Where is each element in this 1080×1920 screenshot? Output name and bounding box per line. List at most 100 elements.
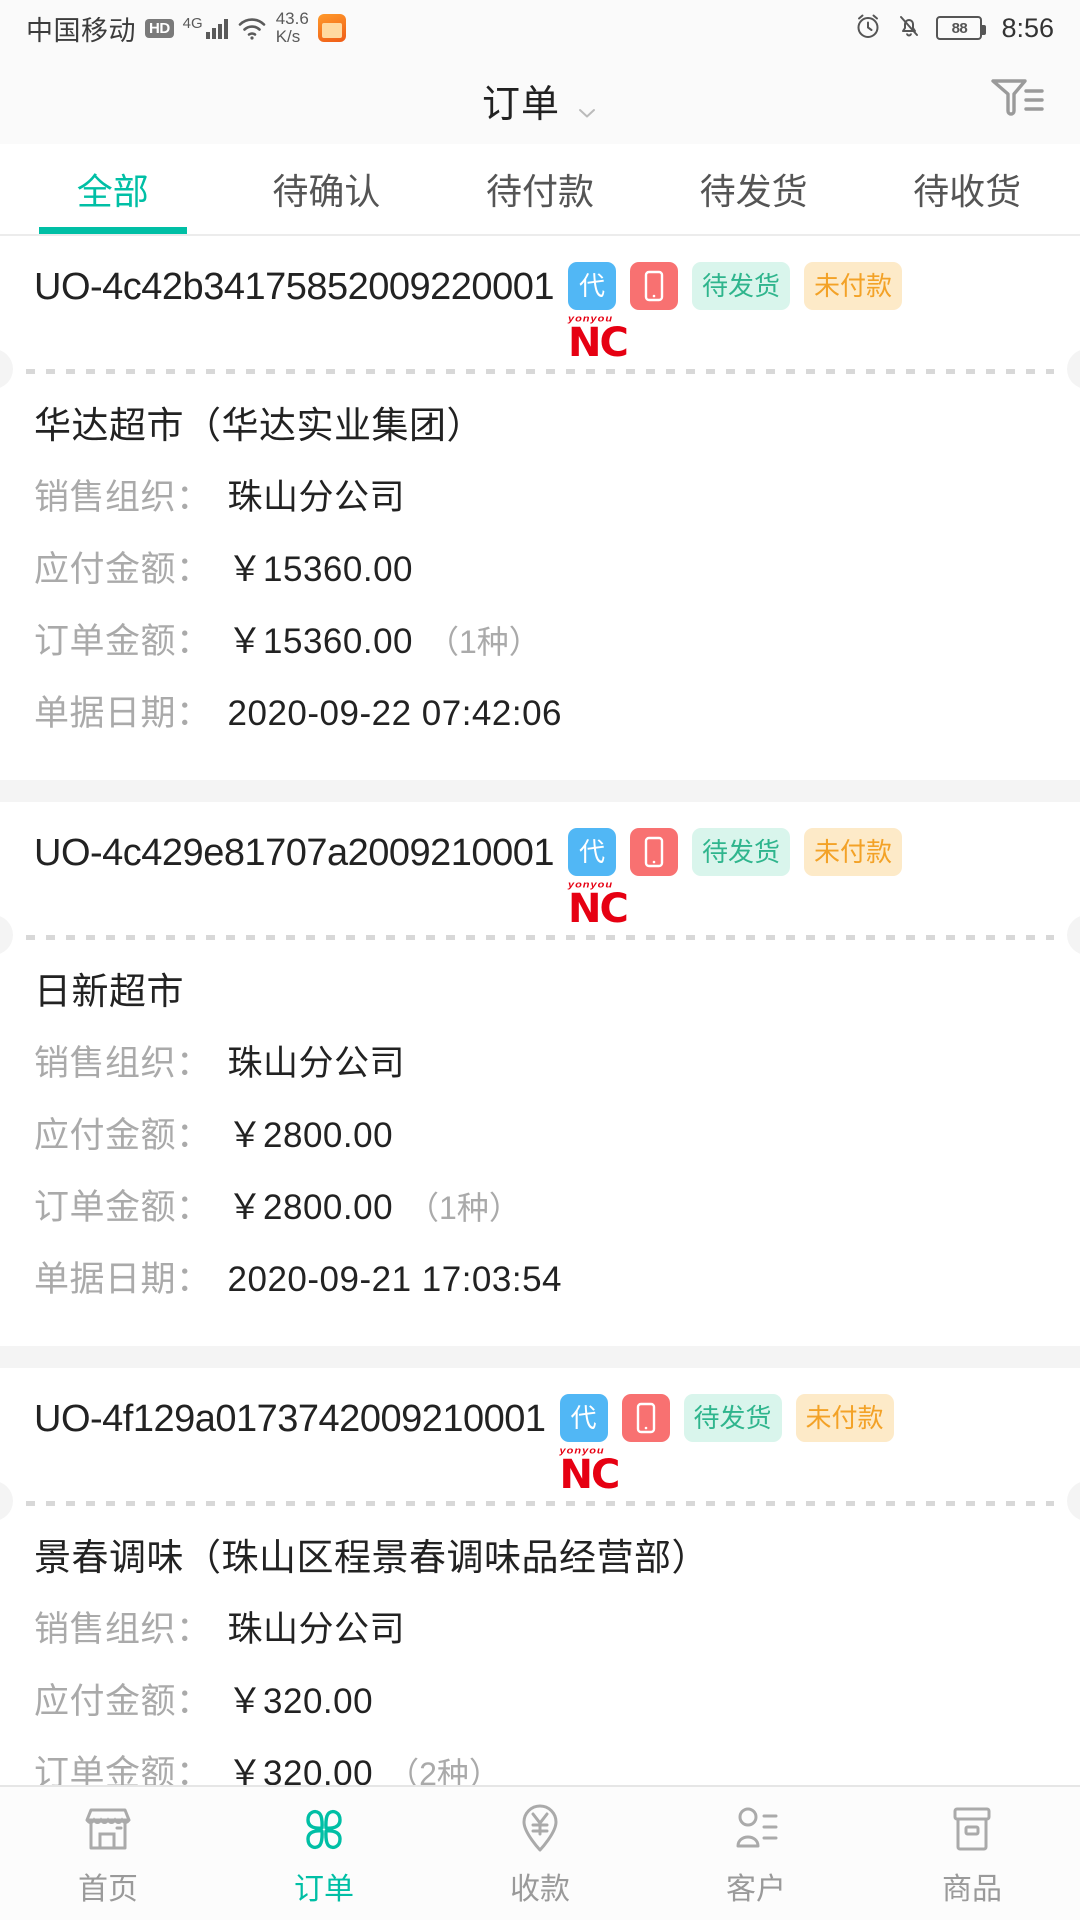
tab-pending-confirm[interactable]: 待确认 <box>220 144 434 234</box>
payment-badge: 未付款 <box>803 262 902 310</box>
nav-item-collection[interactable]: 收款 <box>432 1800 648 1908</box>
order-amount-value: ￥320.00 <box>227 1754 374 1785</box>
tab-pending-payment[interactable]: 待付款 <box>433 144 647 234</box>
chevron-down-icon[interactable] <box>576 91 598 118</box>
sales-org-value: 珠山分公司 <box>227 478 406 517</box>
network-speed: 43.6 K/s <box>276 10 309 46</box>
filter-button[interactable] <box>982 70 1052 130</box>
payable-row: 应付金额： ￥2800.00 <box>34 1100 1046 1172</box>
network-speed-unit: K/s <box>275 27 301 46</box>
status-bar: 中国移动 HD 4G 43.6 K/s 88 8:56 <box>0 0 1080 56</box>
network-type-label: 4G <box>182 14 203 32</box>
order-status-tabs: 全部 待确认 待付款 待发货 待收货 <box>0 144 1080 236</box>
nav-item-home[interactable]: 首页 <box>0 1800 216 1908</box>
order-list-screen: 中国移动 HD 4G 43.6 K/s 88 8:56 订单 全部 待确认 待付… <box>0 0 1080 1920</box>
payable-value: ￥2800.00 <box>227 1116 394 1155</box>
customer-name: 日新超市 <box>34 971 184 1012</box>
nav-item-orders[interactable]: 订单 <box>216 1800 432 1908</box>
order-card-header: UO-4c429e81707a2009210001 代 待发货 未付款 yony… <box>0 802 1080 929</box>
notification-app-icon <box>317 14 346 42</box>
ticket-divider <box>0 1486 1080 1516</box>
status-bar-right: 88 8:56 <box>854 12 1054 45</box>
order-amount-value: ￥2800.00 <box>227 1188 394 1227</box>
product-box-icon <box>943 1800 1001 1858</box>
payable-value: ￥320.00 <box>227 1682 374 1721</box>
payable-value: ￥15360.00 <box>227 550 413 589</box>
payable-row: 应付金额： ￥15360.00 <box>34 534 1046 606</box>
nav-label-collection: 收款 <box>510 1872 570 1906</box>
status-badge: 待发货 <box>683 1394 782 1442</box>
page-title-group[interactable]: 订单 <box>482 73 598 128</box>
nav-label-orders: 订单 <box>294 1872 354 1906</box>
sales-org-row: 销售组织： 珠山分公司 <box>34 1594 1046 1666</box>
payable-label: 应付金额： <box>34 1682 212 1721</box>
order-date-label: 单据日期： <box>34 694 212 733</box>
page-header: 订单 <box>0 56 1080 144</box>
order-card-header: UO-4c42b34175852009220001 代 待发货 未付款 yony… <box>0 236 1080 363</box>
payment-badge: 未付款 <box>795 1394 894 1442</box>
order-amount-row: 订单金额： ￥2800.00 （1种） <box>34 1172 1046 1244</box>
order-amount-row: 订单金额： ￥15360.00 （1种） <box>34 606 1046 678</box>
order-badges: 代 待发货 未付款 yonyou NC <box>567 262 902 363</box>
mobile-source-icon <box>621 1394 670 1442</box>
battery-icon: 88 <box>936 16 987 40</box>
order-list[interactable]: UO-4c42b34175852009220001 代 待发货 未付款 yony… <box>0 236 1080 1785</box>
proxy-badge: 代 <box>567 262 616 310</box>
mobile-source-icon <box>629 828 678 876</box>
order-card-header: UO-4f129a0173742009210001 代 待发货 未付款 yony… <box>0 1368 1080 1495</box>
bell-muted-icon <box>895 12 923 45</box>
logo-top-text: yonyou <box>567 314 614 324</box>
order-date-row: 单据日期： 2020-09-21 17:03:54 <box>34 1244 1046 1316</box>
variety-count: （2种） <box>387 1756 501 1785</box>
status-badge: 待发货 <box>691 262 790 310</box>
wifi-icon <box>237 16 267 40</box>
yen-pin-icon <box>511 1800 569 1858</box>
status-badge: 待发货 <box>691 828 790 876</box>
signal-bars-icon <box>205 17 228 39</box>
order-amount-label: 订单金额： <box>34 1754 212 1785</box>
order-date-row: 单据日期： 2020-09-22 07:42:06 <box>34 678 1046 750</box>
order-amount-label: 订单金额： <box>34 1188 212 1227</box>
order-date-label: 单据日期： <box>34 1260 212 1299</box>
status-bar-left: 中国移动 HD 4G 43.6 K/s <box>26 9 346 48</box>
logo-top-text: yonyou <box>567 880 614 890</box>
sales-org-label: 销售组织： <box>34 1610 212 1649</box>
tab-all[interactable]: 全部 <box>6 144 220 234</box>
payable-label: 应付金额： <box>34 1116 212 1155</box>
payment-badge: 未付款 <box>803 828 902 876</box>
order-amount-label: 订单金额： <box>34 622 212 661</box>
order-badges: 代 待发货 未付款 yonyou NC <box>559 1394 894 1495</box>
sales-org-row: 销售组织： 珠山分公司 <box>34 462 1046 534</box>
page-title: 订单 <box>481 83 560 126</box>
nav-label-products: 商品 <box>942 1872 1002 1906</box>
customer-name: 景春调味（珠山区程景春调味品经营部） <box>34 1537 709 1578</box>
order-card[interactable]: UO-4c42b34175852009220001 代 待发货 未付款 yony… <box>0 236 1080 780</box>
payable-row: 应付金额： ￥320.00 <box>34 1666 1046 1738</box>
store-icon <box>79 1800 137 1858</box>
order-number: UO-4c42b34175852009220001 <box>34 266 554 308</box>
order-badges: 代 待发货 未付款 yonyou NC <box>567 828 902 929</box>
clock-time: 8:56 <box>1001 12 1054 43</box>
customer-name: 华达超市（华达实业集团） <box>34 405 484 446</box>
order-card-body: 华达超市（华达实业集团） 销售组织： 珠山分公司 应付金额： ￥15360.00… <box>0 384 1080 780</box>
ticket-divider <box>0 920 1080 950</box>
tab-pending-receipt[interactable]: 待收货 <box>860 144 1074 234</box>
sales-org-label: 销售组织： <box>34 478 212 517</box>
logo-top-text: yonyou <box>559 1446 605 1456</box>
order-card[interactable]: UO-4c429e81707a2009210001 代 待发货 未付款 yony… <box>0 802 1080 1346</box>
nav-item-customers[interactable]: 客户 <box>648 1800 864 1908</box>
sales-org-value: 珠山分公司 <box>227 1610 406 1649</box>
order-number: UO-4c429e81707a2009210001 <box>34 832 554 874</box>
sales-org-value: 珠山分公司 <box>227 1044 406 1083</box>
order-amount-row: 订单金额： ￥320.00 （2种） <box>34 1738 1046 1785</box>
network-speed-value: 43.6 <box>275 9 309 29</box>
variety-count: （1种） <box>427 624 541 660</box>
order-card[interactable]: UO-4f129a0173742009210001 代 待发货 未付款 yony… <box>0 1368 1080 1785</box>
filter-funnel-icon <box>988 73 1046 128</box>
bottom-navigation: 首页 订单 收款 客户 商品 <box>0 1785 1080 1920</box>
clover-orders-icon <box>295 1800 353 1858</box>
tab-pending-shipment[interactable]: 待发货 <box>647 144 861 234</box>
sales-org-row: 销售组织： 珠山分公司 <box>34 1028 1046 1100</box>
variety-count: （1种） <box>407 1190 521 1226</box>
nav-item-products[interactable]: 商品 <box>864 1800 1080 1908</box>
